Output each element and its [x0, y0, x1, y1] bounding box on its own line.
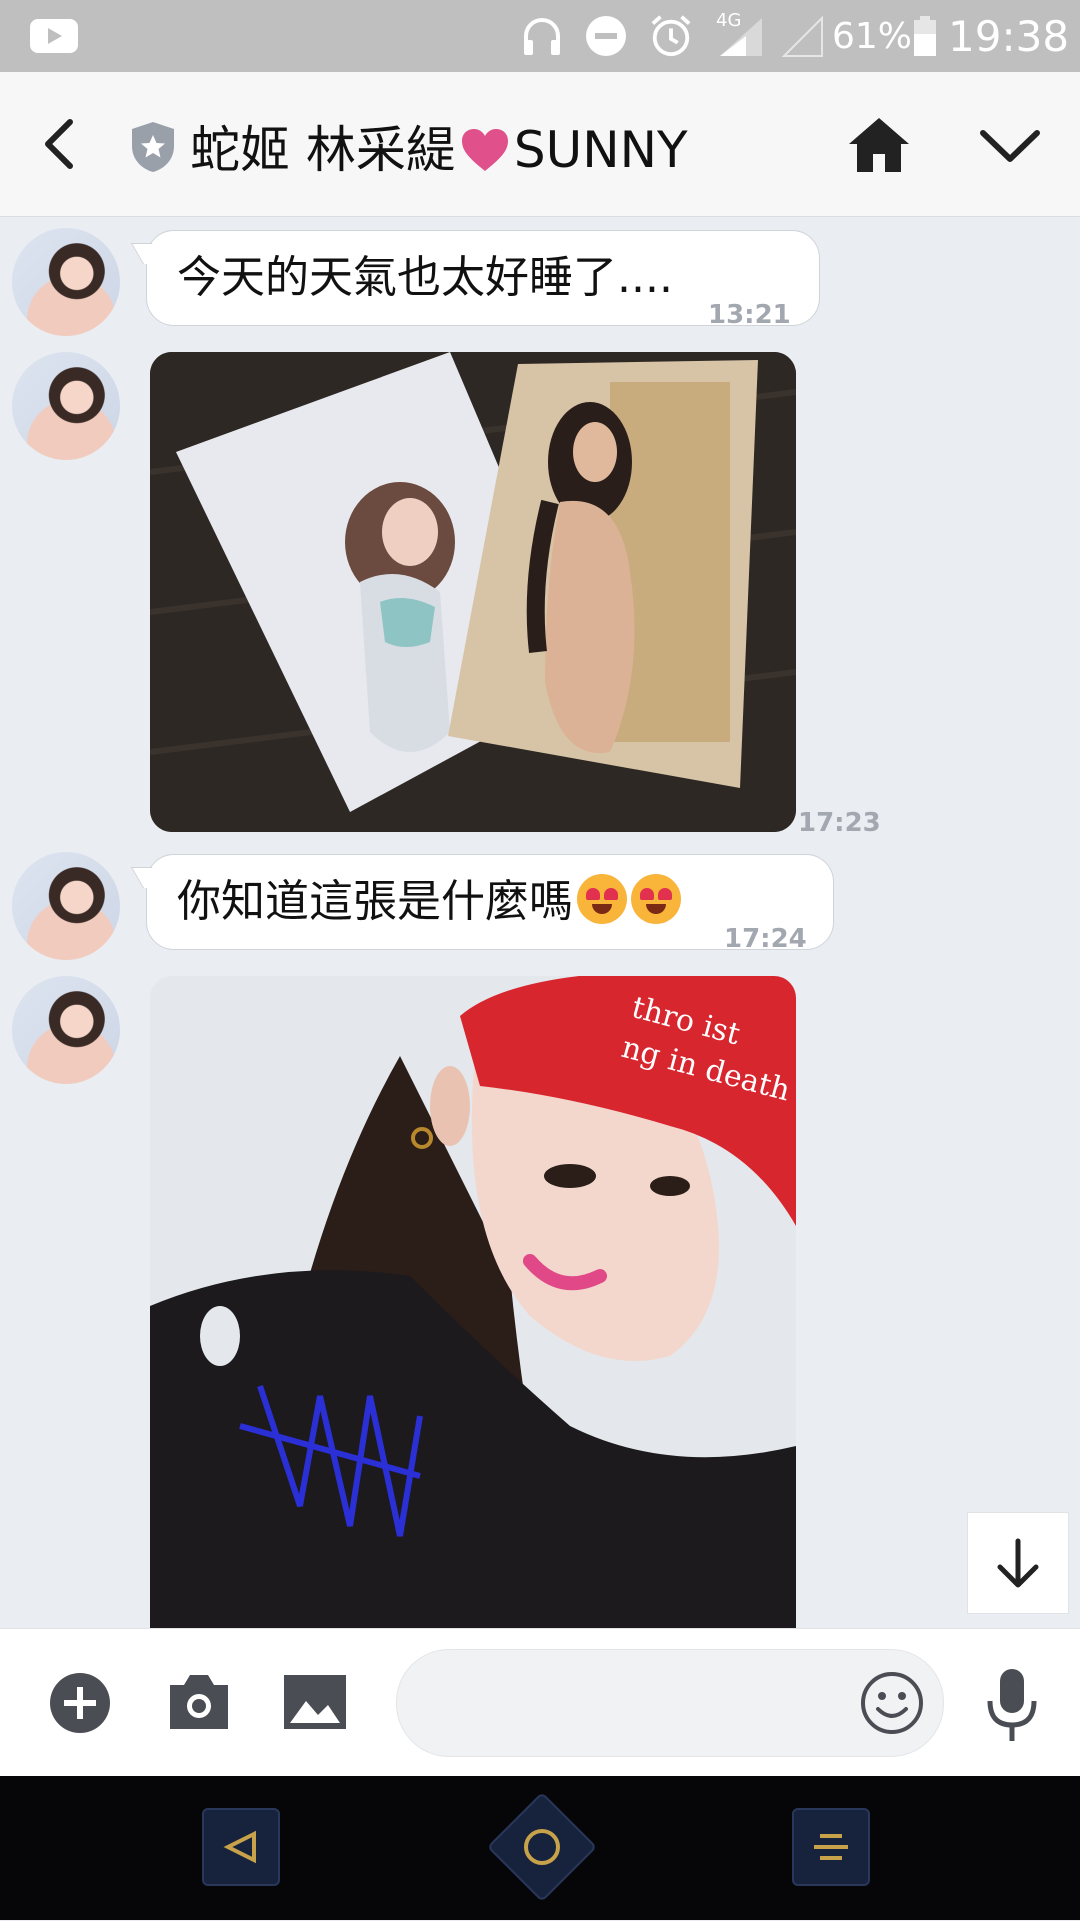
message-text: 今天的天氣也太好睡了....: [177, 252, 673, 303]
signal-4g-icon: [720, 18, 762, 56]
headphones-icon: [524, 18, 560, 55]
nav-home-icon: [524, 1829, 560, 1865]
title-name: 蛇姬 林采緹: [190, 121, 456, 179]
title-suffix: SUNNY: [513, 121, 688, 179]
chevron-down-icon[interactable]: [975, 117, 1045, 173]
plus-icon[interactable]: [48, 1671, 112, 1735]
battery-percent: 61%: [832, 16, 913, 57]
youtube-icon: [30, 19, 78, 53]
avatar[interactable]: [12, 976, 120, 1084]
nav-back-button[interactable]: [202, 1808, 280, 1886]
nav-recents-icon: [814, 1834, 848, 1860]
verified-shield-icon: [132, 122, 174, 172]
do-not-disturb-icon: [586, 16, 626, 56]
clock: 19:38: [948, 12, 1070, 61]
message-image[interactable]: thro ist ng in death: [150, 976, 796, 1628]
back-arrow-icon[interactable]: [30, 112, 94, 176]
avatar[interactable]: [12, 852, 120, 960]
message-image[interactable]: [150, 352, 796, 832]
message-input[interactable]: [427, 1670, 831, 1732]
nav-home-button[interactable]: [486, 1791, 598, 1903]
gallery-icon[interactable]: [282, 1673, 348, 1731]
nav-recents-button[interactable]: [792, 1808, 870, 1886]
heart-eyes-emoji: [631, 874, 681, 924]
chat-title[interactable]: 蛇姬 林采緹 SUNNY: [190, 110, 688, 182]
avatar[interactable]: [12, 228, 120, 336]
chat-header: 蛇姬 林采緹 SUNNY: [0, 72, 1080, 217]
system-nav-bar: [0, 1776, 1080, 1920]
message-time: 17:23: [798, 808, 881, 838]
message-time: 13:21: [708, 300, 791, 330]
emoji-icon[interactable]: [859, 1670, 925, 1736]
message-text: 你知道這張是什麼嗎: [177, 876, 573, 927]
avatar[interactable]: [12, 352, 120, 460]
status-bar: 4G 61% 19:38: [0, 0, 1080, 72]
battery-icon: [914, 16, 936, 56]
scroll-to-bottom-button[interactable]: [967, 1512, 1069, 1614]
nav-back-icon: [223, 1830, 256, 1864]
microphone-icon[interactable]: [984, 1667, 1040, 1743]
selfie-photo: thro ist ng in death: [150, 976, 796, 1628]
message-input-bar: [0, 1628, 1080, 1777]
posters-photo: [150, 352, 796, 832]
message-time: 17:24: [724, 924, 807, 954]
message-field[interactable]: [396, 1649, 944, 1757]
camera-icon[interactable]: [166, 1671, 232, 1731]
signal-empty-icon: [781, 15, 823, 57]
heart-icon: [461, 129, 508, 171]
alarm-icon: [651, 15, 691, 57]
heart-eyes-emoji: [577, 874, 627, 924]
arrow-down-icon: [997, 1538, 1039, 1588]
home-icon[interactable]: [845, 114, 913, 176]
